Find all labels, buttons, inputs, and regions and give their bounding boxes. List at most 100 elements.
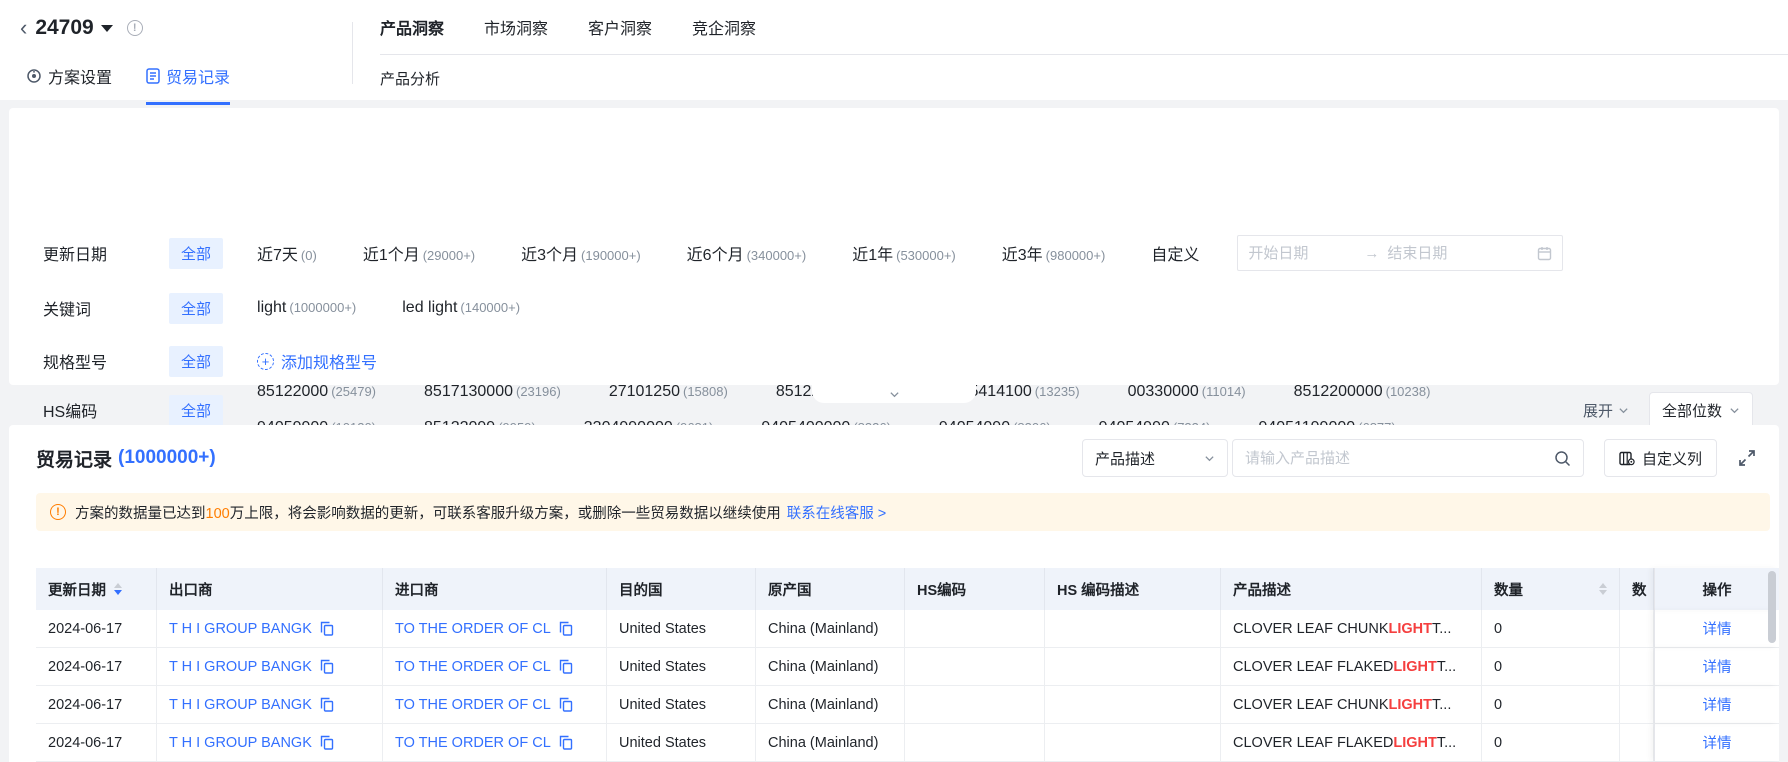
customize-columns-button[interactable]: 自定义列 xyxy=(1603,439,1717,477)
keyword-all-chip[interactable]: 全部 xyxy=(169,292,224,324)
nav-market-insight[interactable]: 市场洞察 xyxy=(484,15,548,54)
col-hs-code: HS编码 xyxy=(905,568,1045,610)
end-date-input[interactable] xyxy=(1387,244,1496,262)
tab-trade-records-label: 贸易记录 xyxy=(166,70,231,87)
contact-support-link[interactable]: 联系在线客服 > xyxy=(787,502,887,523)
option-custom[interactable]: 自定义 xyxy=(1151,241,1199,265)
caret-down-icon[interactable] xyxy=(100,24,113,32)
update-date-all-chip[interactable]: 全部 xyxy=(169,237,224,269)
vertical-scrollbar[interactable] xyxy=(1768,571,1776,643)
filter-label-spec: 规格型号 xyxy=(43,355,108,372)
option-3y[interactable]: 近3年 (980000+) xyxy=(1002,241,1106,265)
search-icon[interactable] xyxy=(1554,450,1571,467)
hs-code-option[interactable]: 85122000 (25479) xyxy=(257,383,376,401)
hs-code-option[interactable]: 27101250 (15808) xyxy=(609,383,728,401)
col-clipped: 数 xyxy=(1620,568,1654,610)
nav-product-insight[interactable]: 产品洞察 xyxy=(380,15,444,54)
hs-code-option[interactable]: 85414100 (13235) xyxy=(961,383,1080,401)
keyword-led-light[interactable]: led light (140000+) xyxy=(402,299,520,317)
warning-text: 方案的数据量已达到100万上限，将会影响数据的更新，可联系客服升级方案，或删除一… xyxy=(75,505,781,522)
hs-code-option[interactable]: 8512200000 (10238) xyxy=(1294,383,1431,401)
page: ‹ 24709 ! 方案设置 贸易记录 产品洞察 市场洞察 客户洞察 竞企洞察 … xyxy=(0,0,1788,762)
quota-warning-banner: ! 方案的数据量已达到100万上限，将会影响数据的更新，可联系客服升级方案，或删… xyxy=(36,493,1770,531)
spec-all-chip[interactable]: 全部 xyxy=(169,345,224,377)
hs-all-chip[interactable]: 全部 xyxy=(169,394,224,426)
subnav-product-analysis[interactable]: 产品分析 xyxy=(380,55,1788,89)
importer-link[interactable]: TO THE ORDER OF CL xyxy=(395,697,551,713)
importer-link[interactable]: TO THE ORDER OF CL xyxy=(395,621,551,637)
search-input[interactable] xyxy=(1244,449,1554,467)
option-1m[interactable]: 近1个月 (29000+) xyxy=(363,241,475,265)
table-row: 2024-06-17 T H I GROUP BANGK TO THE ORDE… xyxy=(36,610,1779,648)
cell-hs-code xyxy=(905,648,1045,685)
hs-code-option[interactable]: 00330000 (11014) xyxy=(1128,383,1246,401)
tab-plan-settings[interactable]: 方案设置 xyxy=(26,64,112,105)
cell-exporter: T H I GROUP BANGK xyxy=(157,724,383,761)
detail-link[interactable]: 详情 xyxy=(1703,618,1732,639)
exporter-link[interactable]: T H I GROUP BANGK xyxy=(169,659,312,675)
chevron-down-icon xyxy=(889,391,899,397)
detail-link[interactable]: 详情 xyxy=(1703,732,1732,753)
option-3m[interactable]: 近3个月 (190000+) xyxy=(521,241,641,265)
nav-customer-insight[interactable]: 客户洞察 xyxy=(588,15,652,54)
importer-link[interactable]: TO THE ORDER OF CL xyxy=(395,735,551,751)
plan-id[interactable]: 24709 xyxy=(35,16,93,40)
cell-quantity: 0 xyxy=(1482,686,1620,723)
cell-update-date: 2024-06-17 xyxy=(36,648,157,685)
cell-importer: TO THE ORDER OF CL xyxy=(383,648,607,685)
warning-icon: ! xyxy=(50,504,66,520)
exporter-link[interactable]: T H I GROUP BANGK xyxy=(169,697,312,713)
digits-select[interactable]: 全部位数 xyxy=(1648,391,1753,429)
copy-icon[interactable] xyxy=(559,621,573,636)
copy-icon[interactable] xyxy=(320,697,334,712)
col-importer: 进口商 xyxy=(383,568,607,610)
info-icon[interactable]: ! xyxy=(126,20,143,36)
exporter-link[interactable]: T H I GROUP BANGK xyxy=(169,735,312,751)
col-quantity[interactable]: 数量 xyxy=(1482,568,1620,610)
cell-importer: TO THE ORDER OF CL xyxy=(383,610,607,647)
tab-trade-records[interactable]: 贸易记录 xyxy=(146,64,231,105)
copy-icon[interactable] xyxy=(320,735,334,750)
col-update-date[interactable]: 更新日期 xyxy=(36,568,157,610)
fullscreen-icon[interactable] xyxy=(1737,448,1757,468)
col-action: 操作 xyxy=(1654,568,1779,610)
copy-icon[interactable] xyxy=(559,659,573,674)
nav-competitor-insight[interactable]: 竞企洞察 xyxy=(692,15,756,54)
sort-icon[interactable] xyxy=(1599,583,1607,595)
expand-link[interactable]: 展开 xyxy=(1583,400,1629,421)
plan-title-row: ‹ 24709 ! xyxy=(20,16,143,40)
option-6m[interactable]: 近6个月 (340000+) xyxy=(687,241,807,265)
detail-link[interactable]: 详情 xyxy=(1703,656,1732,677)
filter-panel: 更新日期 全部 近7天 (0) 近1个月 (29000+) 近3个月 (190000+… xyxy=(9,108,1779,436)
update-date-options: 近7天 (0) 近1个月 (29000+) 近3个月 (190000+) 近6个月 (3… xyxy=(257,235,1564,271)
option-7d[interactable]: 近7天 (0) xyxy=(257,241,317,265)
search-field-select[interactable]: 产品描述 xyxy=(1081,439,1228,477)
add-spec-button[interactable]: + 添加规格型号 xyxy=(257,349,377,373)
cell-product-desc: CLOVER LEAF FLAKED LIGHT T... xyxy=(1221,648,1482,685)
search-group: 产品描述 自定义列 xyxy=(1081,439,1757,477)
importer-link[interactable]: TO THE ORDER OF CL xyxy=(395,659,551,675)
tab-plan-settings-label: 方案设置 xyxy=(48,70,113,87)
col-hs-desc: HS 编码描述 xyxy=(1045,568,1221,610)
copy-icon[interactable] xyxy=(559,735,573,750)
date-range-picker[interactable]: → xyxy=(1237,235,1564,271)
cell-hs-desc xyxy=(1045,648,1221,685)
cell-destination: United States xyxy=(607,686,756,723)
keyword-light[interactable]: light (1000000+) xyxy=(257,299,356,317)
hs-code-option[interactable]: 8517130000 (23196) xyxy=(424,383,561,401)
cell-quantity: 0 xyxy=(1482,724,1620,761)
collapse-filters-tab[interactable] xyxy=(812,385,976,403)
sort-icon[interactable] xyxy=(114,583,122,595)
cell-origin: China (Mainland) xyxy=(756,686,905,723)
back-chevron-icon[interactable]: ‹ xyxy=(20,17,27,39)
start-date-input[interactable] xyxy=(1248,244,1357,262)
detail-link[interactable]: 详情 xyxy=(1703,694,1732,715)
exporter-link[interactable]: T H I GROUP BANGK xyxy=(169,621,312,637)
table-header-row: 更新日期 出口商 进口商 目的国 原产国 HS编码 HS 编码描述 产品描述 数… xyxy=(36,568,1779,610)
calendar-icon xyxy=(1537,246,1552,261)
option-1y[interactable]: 近1年 (530000+) xyxy=(852,241,956,265)
copy-icon[interactable] xyxy=(559,697,573,712)
copy-icon[interactable] xyxy=(320,621,334,636)
cell-exporter: T H I GROUP BANGK xyxy=(157,610,383,647)
copy-icon[interactable] xyxy=(320,659,334,674)
